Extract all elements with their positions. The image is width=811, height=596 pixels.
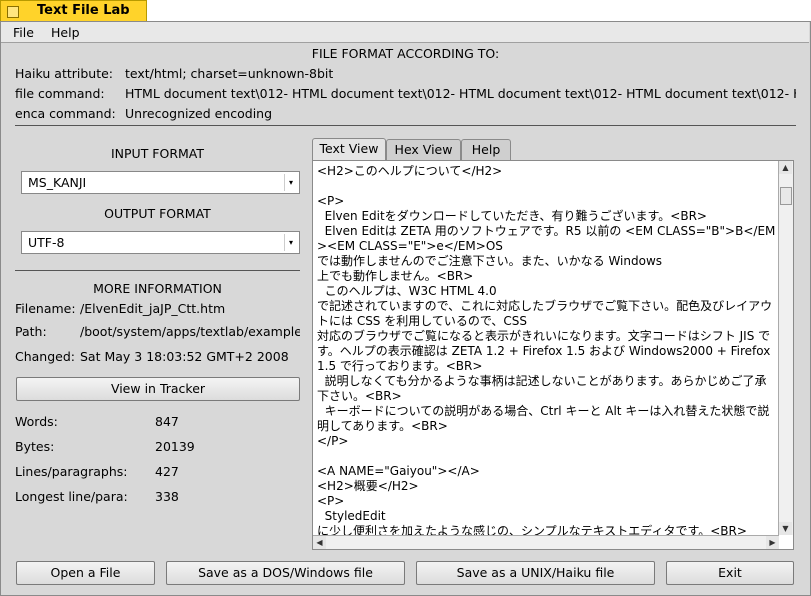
enca-command-value: Unrecognized encoding xyxy=(125,106,273,121)
file-command-value: HTML document text\012- HTML document te… xyxy=(125,86,796,101)
output-format-value: UTF-8 xyxy=(28,235,65,250)
format-heading: FILE FORMAT ACCORDING TO: xyxy=(311,46,500,61)
menu-bar: File Help xyxy=(1,22,809,43)
filename-label: Filename: xyxy=(15,301,76,316)
output-format-select[interactable]: UTF-8 ▾ xyxy=(21,231,300,254)
longest-line-value: 338 xyxy=(155,489,179,504)
text-view[interactable]: <H2>このヘルプについて</H2> <P> Elven Editをダウンロード… xyxy=(312,160,794,550)
view-in-tracker-button[interactable]: View in Tracker xyxy=(16,377,300,401)
tab-hex-view[interactable]: Hex View xyxy=(386,139,461,160)
words-label: Words: xyxy=(15,414,58,429)
lines-value: 427 xyxy=(155,464,179,479)
enca-command-label: enca command: xyxy=(15,106,116,121)
horizontal-scrollbar[interactable]: ◀ ▶ xyxy=(313,535,779,549)
divider xyxy=(15,270,300,271)
text-content[interactable]: <H2>このヘルプについて</H2> <P> Elven Editをダウンロード… xyxy=(317,164,777,536)
lines-label: Lines/paragraphs: xyxy=(15,464,128,479)
window-title: Text File Lab xyxy=(37,3,130,18)
more-info-heading: MORE INFORMATION xyxy=(93,281,222,296)
words-value: 847 xyxy=(155,414,179,429)
view-tabs: Text View Hex View Help xyxy=(312,138,794,160)
save-dos-button[interactable]: Save as a DOS/Windows file xyxy=(166,561,405,585)
output-format-heading: OUTPUT FORMAT xyxy=(104,206,211,221)
exit-button[interactable]: Exit xyxy=(666,561,794,585)
menu-file[interactable]: File xyxy=(13,25,34,40)
file-command-label: file command: xyxy=(15,86,105,101)
scroll-up-icon[interactable]: ▲ xyxy=(779,161,792,174)
window-title-tab[interactable]: Text File Lab xyxy=(0,0,147,21)
haiku-attribute-label: Haiku attribute: xyxy=(15,66,114,81)
input-format-heading: INPUT FORMAT xyxy=(110,146,205,161)
scrollbar-thumb[interactable] xyxy=(780,187,792,205)
bytes-value: 20139 xyxy=(155,439,195,454)
menu-help[interactable]: Help xyxy=(51,25,80,40)
tab-text-view[interactable]: Text View xyxy=(312,138,386,160)
divider xyxy=(15,125,796,126)
save-unix-button[interactable]: Save as a UNIX/Haiku file xyxy=(416,561,655,585)
changed-value: Sat May 3 18:03:52 GMT+2 2008 xyxy=(80,349,289,364)
bytes-label: Bytes: xyxy=(15,439,55,454)
open-file-button[interactable]: Open a File xyxy=(16,561,155,585)
scroll-down-icon[interactable]: ▼ xyxy=(779,522,792,535)
input-format-value: MS_KANJI xyxy=(28,175,87,190)
haiku-attribute-value: text/html; charset=unknown-8bit xyxy=(125,66,334,81)
input-format-select[interactable]: MS_KANJI ▾ xyxy=(21,171,300,194)
chevron-down-icon: ▾ xyxy=(284,234,297,251)
path-value: /boot/system/apps/textlab/examples xyxy=(80,324,300,339)
chevron-down-icon: ▾ xyxy=(284,174,297,191)
close-box-icon[interactable] xyxy=(7,6,19,18)
tab-help[interactable]: Help xyxy=(461,139,511,160)
longest-line-label: Longest line/para: xyxy=(15,489,128,504)
changed-label: Changed: xyxy=(15,349,76,364)
scroll-left-icon[interactable]: ◀ xyxy=(313,536,326,549)
filename-value: /ElvenEdit_jaJP_Ctt.htm xyxy=(80,301,226,316)
scroll-right-icon[interactable]: ▶ xyxy=(766,536,779,549)
path-label: Path: xyxy=(15,324,47,339)
vertical-scrollbar[interactable]: ▲ ▼ xyxy=(778,161,793,535)
